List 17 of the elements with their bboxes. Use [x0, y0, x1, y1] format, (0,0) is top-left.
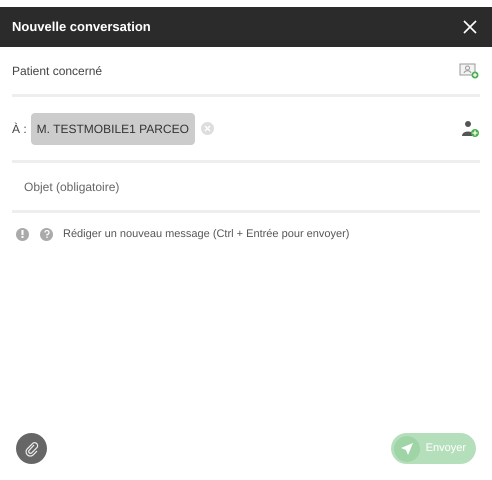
subject-field[interactable]: Objet (obligatoire) — [12, 178, 480, 196]
add-recipient-button[interactable] — [460, 118, 480, 138]
add-patient-button[interactable] — [458, 60, 480, 80]
attach-button[interactable] — [16, 433, 47, 464]
to-label: À : — [12, 120, 27, 138]
close-icon — [463, 20, 477, 34]
patient-card-add-icon — [459, 62, 479, 79]
dialog-title: Nouvelle conversation — [12, 18, 151, 36]
recipient-chip[interactable]: M. TESTMOBILE1 PARCEO — [30, 112, 195, 144]
priority-icon[interactable] — [16, 228, 29, 240]
help-icon[interactable] — [40, 228, 53, 240]
paperclip-icon — [24, 440, 40, 456]
person-add-icon — [461, 120, 479, 138]
send-icon — [400, 442, 414, 456]
patient-field[interactable]: Patient concerné — [12, 62, 458, 80]
close-icon — [204, 125, 211, 132]
message-field[interactable]: Rédiger un nouveau message (Ctrl + Entrée pour envoyer) — [63, 226, 476, 242]
